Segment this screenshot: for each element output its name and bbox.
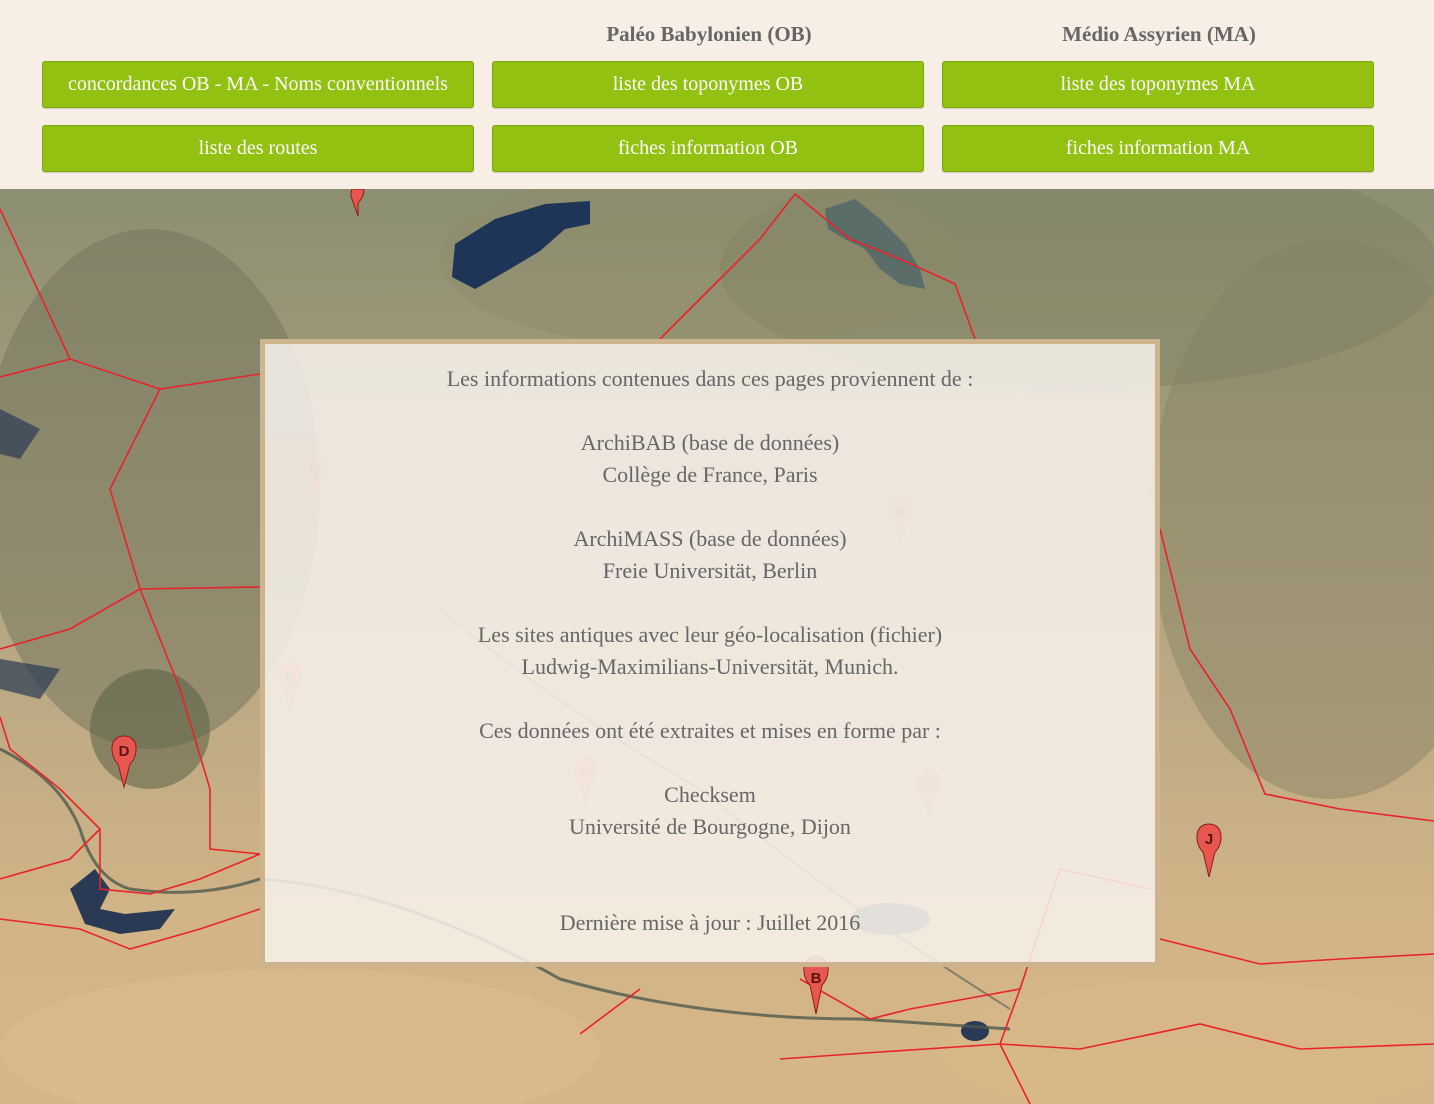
source-archimass-org: Freie Universität, Berlin [602,558,818,583]
top-navigation-bar: Paléo Babylonien (OB) Médio Assyrien (MA… [0,0,1434,189]
source-sites-org: Ludwig-Maximilians-Universität, Munich. [521,654,899,679]
source-archimass: ArchiMASS (base de données) [573,526,847,551]
source-archibab-org: Collège de France, Paris [602,462,818,487]
intro-text: Les informations contenues dans ces page… [446,366,974,391]
source-archibab: ArchiBAB (base de données) [580,430,840,455]
svg-text:J: J [1205,831,1213,848]
info-panel: Les informations contenues dans ces page… [260,339,1160,967]
extracted-by-text: Ces données ont été extraites et mises e… [479,718,941,743]
routes-button[interactable]: liste des routes [42,125,474,172]
svg-text:D: D [119,743,130,760]
author-org: Université de Bourgogne, Dijon [569,814,851,839]
fiches-ob-button[interactable]: fiches information OB [492,125,924,172]
ma-column-heading: Médio Assyrien (MA) [1062,22,1256,46]
toponymes-ob-button[interactable]: liste des toponymes OB [492,61,924,108]
fiches-ma-button[interactable]: fiches information MA [942,125,1374,172]
toponymes-ma-button[interactable]: liste des toponymes MA [942,61,1374,108]
concordances-button[interactable]: concordances OB - MA - Noms conventionne… [42,61,474,108]
last-update: Dernière mise à jour : Juillet 2016 [559,910,861,935]
author-name: Checksem [664,782,756,807]
svg-text:B: B [811,970,822,987]
source-sites: Les sites antiques avec leur géo-localis… [477,622,943,647]
lake [961,1021,989,1041]
ob-column-heading: Paléo Babylonien (OB) [606,22,812,46]
